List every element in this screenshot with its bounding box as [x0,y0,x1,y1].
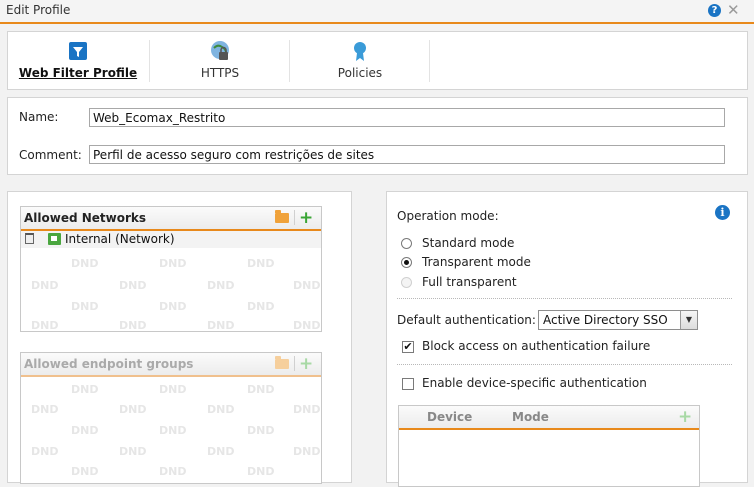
dnd-watermark: DND [293,445,321,458]
section-divider [397,298,732,299]
dnd-watermark: DND [31,279,59,292]
dnd-watermark: DND [247,383,275,396]
trash-icon[interactable] [25,233,34,244]
block-on-failure-checkbox[interactable]: ✔ [402,341,414,353]
device-table-header: Device Mode + [399,406,699,430]
chevron-down-icon[interactable]: ▼ [680,311,697,329]
dnd-watermark: DND [247,465,275,478]
name-label: Name: [19,110,59,124]
dnd-watermark: DND [31,403,59,416]
dnd-watermark: DND [71,257,99,270]
folder-icon [275,356,289,369]
tab-divider [429,40,430,82]
dnd-watermark: DND [293,319,321,332]
endpoint-groups-header: Allowed endpoint groups + [21,353,321,377]
add-icon: + [678,407,693,427]
column-header-device: Device [427,410,473,424]
dnd-watermark: DND [159,465,187,478]
dnd-watermark: DND [31,445,59,458]
device-specific-auth-checkbox[interactable] [402,378,414,390]
dnd-watermark: DND [207,319,235,332]
list-item[interactable]: Internal (Network) [21,231,321,248]
operation-mode-label: Operation mode: [397,209,499,223]
device-specific-auth-label[interactable]: Enable device-specific authentication [422,376,647,390]
tab-label: HTTPS [200,66,240,80]
standard-mode-radio[interactable] [401,238,412,249]
dnd-watermark: DND [119,319,147,332]
dialog-titlebar: Edit Profile ? ✕ [0,0,754,24]
dnd-watermark: DND [207,279,235,292]
dnd-watermark: DND [119,445,147,458]
name-input[interactable] [89,108,725,127]
allowed-networks-title: Allowed Networks [24,211,147,225]
select-value: Active Directory SSO [543,313,668,327]
filter-icon [69,42,87,60]
list-item-label: Internal (Network) [65,232,175,246]
full-transparent-label: Full transparent [422,275,517,289]
dnd-watermark: DND [207,403,235,416]
dnd-watermark: DND [31,319,59,332]
header-divider [294,356,295,371]
tab-label: Web Filter Profile [18,66,138,80]
block-on-failure-label[interactable]: Block access on authentication failure [422,339,650,353]
dnd-watermark: DND [293,279,321,292]
device-table: Device Mode + [398,405,700,487]
allowed-networks-box[interactable]: Allowed Networks + Internal (Network) DN… [20,206,322,332]
tab-web-filter-profile[interactable]: Web Filter Profile [8,32,148,89]
dnd-watermark: DND [119,279,147,292]
dnd-watermark: DND [71,300,99,313]
full-transparent-radio [401,277,412,288]
default-authentication-select[interactable]: Active Directory SSO ▼ [538,310,698,330]
dialog-title: Edit Profile [6,3,71,17]
default-authentication-label: Default authentication: [397,313,536,327]
network-icon [48,233,61,245]
dnd-watermark: DND [293,403,321,416]
networks-panel: Allowed Networks + Internal (Network) DN… [7,191,352,484]
dnd-watermark: DND [247,257,275,270]
transparent-mode-radio[interactable] [401,257,412,268]
tab-bar: Web Filter Profile HTTPS Policies [7,31,748,90]
allowed-endpoint-groups-box: Allowed endpoint groups + DND DND DND DN… [20,352,322,484]
dnd-watermark: DND [247,300,275,313]
tab-label: Policies [337,66,383,80]
authentication-panel: Operation mode: i Standard mode Transpar… [386,191,748,487]
add-icon: + [299,354,314,374]
folder-icon[interactable] [275,210,289,223]
dnd-watermark: DND [159,300,187,313]
dnd-watermark: DND [159,383,187,396]
dnd-watermark: DND [159,424,187,437]
transparent-mode-label[interactable]: Transparent mode [422,255,531,269]
column-header-mode: Mode [512,410,549,424]
close-icon[interactable]: ✕ [727,1,740,19]
dnd-watermark: DND [71,465,99,478]
add-icon[interactable]: + [299,208,313,228]
policy-ribbon-icon [354,42,366,61]
comment-input[interactable] [89,145,725,164]
info-icon[interactable]: i [715,205,730,220]
section-divider [397,364,732,365]
dnd-watermark: DND [247,424,275,437]
dnd-watermark: DND [71,424,99,437]
tab-https[interactable]: HTTPS [150,32,290,89]
profile-properties: Name: Comment: [7,97,748,175]
standard-mode-label[interactable]: Standard mode [422,236,514,250]
dnd-watermark: DND [159,257,187,270]
comment-label: Comment: [19,148,82,162]
help-icon[interactable]: ? [708,4,721,17]
tab-policies[interactable]: Policies [290,32,430,89]
allowed-networks-header: Allowed Networks + [21,207,321,231]
https-lock-icon [211,41,229,60]
dnd-watermark: DND [119,403,147,416]
dnd-watermark: DND [71,383,99,396]
header-divider [294,210,295,225]
dnd-watermark: DND [207,445,235,458]
endpoint-groups-title: Allowed endpoint groups [24,357,194,371]
